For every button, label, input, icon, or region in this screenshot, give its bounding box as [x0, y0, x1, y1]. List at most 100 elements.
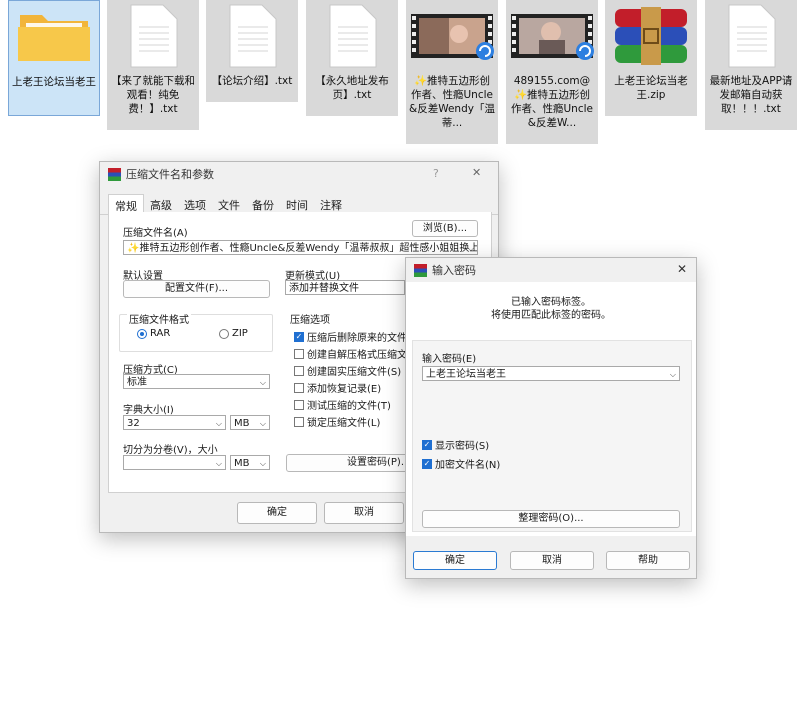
file-label: 【来了就能下载和观看！纯免费！】.txt: [111, 75, 195, 115]
set-password-button[interactable]: 设置密码(P)...: [286, 454, 416, 472]
archive-name-value: ✨推特五边形创作者、性瘾Uncle&反差Wendy「温蒂叔叔」超性感小姐姐换上新…: [127, 243, 478, 254]
winrar-archive-icon: [605, 0, 697, 72]
chevron-down-icon: ⌵: [467, 244, 474, 253]
desktop-item-txt[interactable]: 最新地址及APP请发邮箱自动获取！！！.txt: [705, 0, 797, 130]
tab-comment[interactable]: 注释: [314, 194, 348, 214]
file-label: 上老王论坛当老王.zip: [614, 75, 688, 101]
chevron-down-icon: ⌵: [215, 459, 222, 468]
archive-name-label: 压缩文件名(A): [123, 228, 188, 239]
archive-ok-button[interactable]: 确定: [237, 502, 317, 524]
password-help-button[interactable]: 帮助: [606, 551, 690, 570]
checkbox-unchecked: [294, 399, 304, 410]
file-label: 489155.com@✨推特五边形创作者、性瘾Uncle&反差W...: [511, 75, 593, 129]
option-lock[interactable]: 锁定压缩文件(L): [294, 414, 380, 429]
checkbox-unchecked: [294, 365, 304, 376]
password-dialog-body: 已输入密码标签。 将使用匹配此标签的密码。 输入密码(E) 上老王论坛当老王 ⌵…: [406, 282, 696, 536]
dict-size-label: 字典大小(I): [123, 405, 174, 416]
options-group-label: 压缩选项: [290, 315, 330, 326]
password-dialog-titlebar: 输入密码 ✕: [406, 258, 696, 282]
radio-unselected: [219, 328, 229, 339]
help-icon[interactable]: ?: [433, 167, 439, 180]
chevron-down-icon: ⌵: [669, 370, 676, 379]
archive-cancel-button[interactable]: 取消: [324, 502, 404, 524]
winrar-icon: [414, 263, 427, 277]
chevron-down-icon: ⌵: [259, 419, 266, 428]
tab-files[interactable]: 文件: [212, 194, 246, 214]
winrar-icon: [108, 167, 121, 181]
video-thumb-icon: [406, 0, 498, 72]
checkbox-unchecked: [294, 382, 304, 393]
desktop-item-txt[interactable]: 【论坛介绍】.txt: [206, 0, 298, 102]
dict-size-combo[interactable]: 32 ⌵: [123, 415, 226, 430]
desktop-item-txt[interactable]: 【来了就能下载和观看！纯免费！】.txt: [107, 0, 199, 130]
close-icon[interactable]: ✕: [677, 262, 687, 276]
desktop-item-zip[interactable]: 上老王论坛当老王.zip: [605, 0, 697, 116]
tab-backup[interactable]: 备份: [246, 194, 280, 214]
update-mode-combo[interactable]: 添加并替换文件: [285, 280, 405, 295]
file-label: 【论坛介绍】.txt: [211, 75, 293, 87]
option-label: 添加恢复记录(E): [307, 384, 382, 395]
format-rar-label: RAR: [150, 328, 171, 339]
format-rar-radio[interactable]: RAR: [137, 328, 170, 339]
archive-dialog-title: 压缩文件名和参数: [126, 168, 214, 181]
format-group-label: 压缩文件格式: [127, 311, 191, 326]
option-test[interactable]: 测试压缩的文件(T): [294, 397, 391, 412]
show-password-checkbox[interactable]: ✓ 显示密码(S): [422, 437, 489, 452]
file-label: ✨推特五边形创作者、性瘾Uncle&反差Wendy「温蒂...: [409, 75, 495, 129]
option-label: 创建固实压缩文件(S): [307, 367, 402, 378]
text-file-icon: [206, 0, 298, 72]
chevron-down-icon: ⌵: [259, 378, 266, 387]
option-label: 锁定压缩文件(L): [307, 418, 381, 429]
encrypt-names-label: 加密文件名(N): [435, 460, 501, 471]
close-icon[interactable]: ✕: [472, 166, 481, 179]
show-password-label: 显示密码(S): [435, 441, 490, 452]
video-thumb-icon: [506, 0, 598, 72]
password-input[interactable]: 上老王论坛当老王 ⌵: [422, 366, 680, 381]
archive-name-combo[interactable]: ✨推特五边形创作者、性瘾Uncle&反差Wendy「温蒂叔叔」超性感小姐姐换上新…: [123, 240, 478, 255]
archive-dialog-titlebar: 压缩文件名和参数 ? ✕: [100, 162, 498, 186]
checkbox-unchecked: [294, 348, 304, 359]
dict-size-value: 32: [127, 418, 140, 429]
update-mode-value: 添加并替换文件: [289, 283, 359, 294]
browse-button[interactable]: 浏览(B)...: [412, 220, 478, 237]
password-dialog: 输入密码 ✕ 已输入密码标签。 将使用匹配此标签的密码。 输入密码(E) 上老王…: [405, 257, 697, 579]
option-label: 压缩后删除原来的文件(: [307, 333, 411, 344]
option-label: 测试压缩的文件(T): [307, 401, 391, 412]
method-combo[interactable]: 标准 ⌵: [123, 374, 270, 389]
format-zip-radio[interactable]: ZIP: [219, 328, 248, 339]
checkbox-checked: ✓: [422, 458, 432, 469]
password-cancel-button[interactable]: 取消: [510, 551, 594, 570]
password-input-label: 输入密码(E): [422, 354, 477, 365]
file-label: 【永久地址发布页】.txt: [315, 75, 389, 101]
text-file-icon: [107, 0, 199, 72]
password-info-line2: 将使用匹配此标签的密码。: [491, 310, 611, 321]
organize-passwords-button[interactable]: 整理密码(O)...: [422, 510, 680, 528]
split-unit-combo[interactable]: MB ⌵: [230, 455, 270, 470]
dict-unit-combo[interactable]: MB ⌵: [230, 415, 270, 430]
method-value: 标准: [127, 377, 147, 388]
option-delete-after[interactable]: ✓ 压缩后删除原来的文件(: [294, 329, 411, 344]
option-label: 创建自解压格式压缩文件: [307, 350, 417, 361]
tab-time[interactable]: 时间: [280, 194, 314, 214]
desktop-item-txt[interactable]: 【永久地址发布页】.txt: [306, 0, 398, 116]
option-recovery[interactable]: 添加恢复记录(E): [294, 380, 381, 395]
password-ok-button[interactable]: 确定: [413, 551, 497, 570]
text-file-icon: [306, 0, 398, 72]
option-sfx[interactable]: 创建自解压格式压缩文件: [294, 346, 417, 361]
split-label: 切分为分卷(V)，大小: [123, 445, 218, 456]
desktop-item-folder[interactable]: 上老王论坛当老王: [8, 0, 100, 116]
tab-options[interactable]: 选项: [178, 194, 212, 214]
checkbox-checked: ✓: [422, 439, 432, 450]
encrypt-names-checkbox[interactable]: ✓ 加密文件名(N): [422, 456, 500, 471]
tab-advanced[interactable]: 高级: [144, 194, 178, 214]
desktop-item-video[interactable]: ✨推特五边形创作者、性瘾Uncle&反差Wendy「温蒂...: [406, 0, 498, 144]
tab-general[interactable]: 常规: [108, 194, 144, 214]
folder-icon: [9, 1, 99, 73]
option-solid[interactable]: 创建固实压缩文件(S): [294, 363, 401, 378]
split-size-combo[interactable]: ⌵: [123, 455, 226, 470]
profiles-button[interactable]: 配置文件(F)...: [123, 280, 270, 298]
password-value: 上老王论坛当老王: [426, 369, 506, 380]
chevron-down-icon: ⌵: [259, 459, 266, 468]
checkbox-checked: ✓: [294, 331, 304, 342]
desktop-item-video[interactable]: 489155.com@✨推特五边形创作者、性瘾Uncle&反差W...: [506, 0, 598, 144]
